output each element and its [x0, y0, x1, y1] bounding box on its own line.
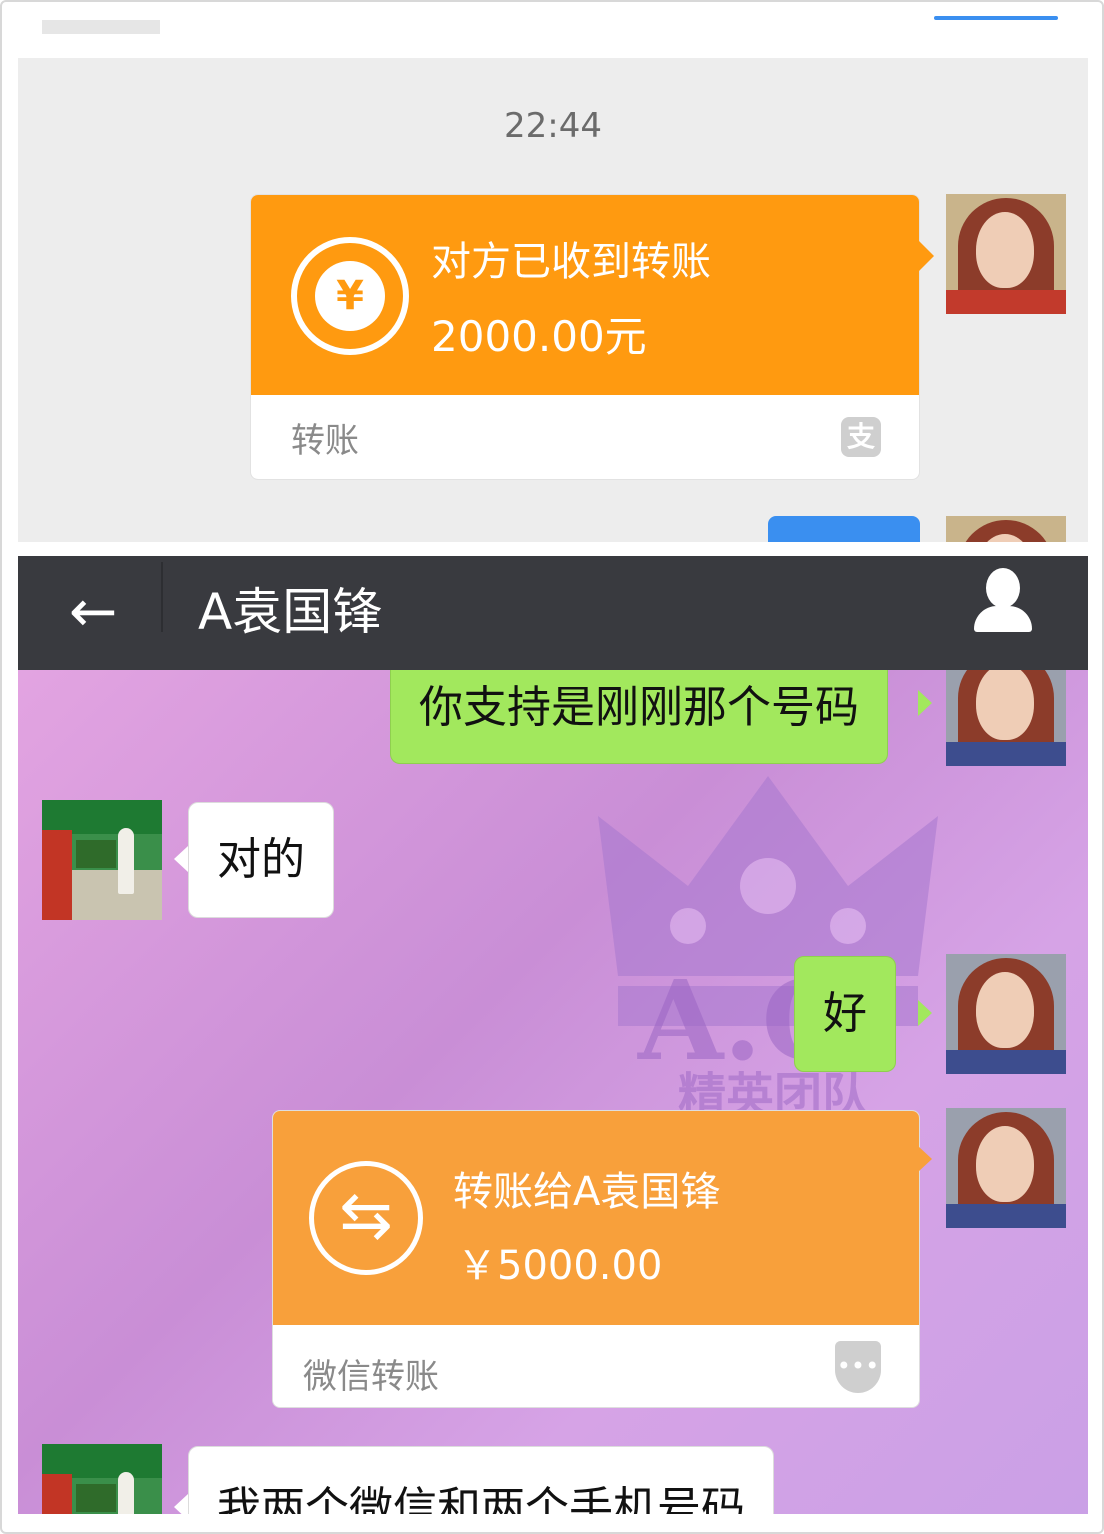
- transfer-amount: ￥5000.00: [457, 1243, 663, 1289]
- header-divider: [161, 562, 163, 632]
- yuan-coin-icon: ¥: [291, 237, 409, 355]
- contact-avatar[interactable]: [42, 800, 162, 920]
- transfer-card-header: ¥ 对方已收到转账 2000.00元: [251, 195, 919, 395]
- self-avatar[interactable]: [946, 194, 1066, 314]
- screenshot-frame: 22:44 ¥ 对方已收到转账 2000.00元 转账 支 A.C 精英团队 ←…: [0, 0, 1104, 1534]
- message-bubble-other[interactable]: 对的: [188, 802, 334, 918]
- transfer-arrows-icon: ⇆: [309, 1161, 423, 1275]
- yuan-symbol: ¥: [315, 261, 385, 331]
- self-avatar[interactable]: [946, 1108, 1066, 1228]
- wechat-pay-shield-icon: •••: [835, 1341, 881, 1393]
- received-transfer-card[interactable]: ¥ 对方已收到转账 2000.00元 转账 支: [250, 194, 920, 480]
- alipay-chat-panel: 22:44 ¥ 对方已收到转账 2000.00元 转账 支: [18, 2, 1088, 542]
- transfer-card-header: ⇆ 转账给A袁国锋 ￥5000.00: [273, 1111, 919, 1325]
- bubble-tail: [174, 846, 188, 872]
- top-accent-bar: [934, 16, 1058, 20]
- back-arrow-icon[interactable]: ←: [58, 576, 128, 646]
- message-bubble-other[interactable]: 我两个微信和两个手机号码: [188, 1446, 774, 1514]
- top-strip: [18, 2, 1088, 58]
- bubble-tail: [918, 240, 934, 272]
- chat-timestamp: 22:44: [504, 106, 602, 146]
- contact-profile-icon[interactable]: [968, 568, 1038, 638]
- contact-avatar[interactable]: [42, 1444, 162, 1514]
- transfer-status: 对方已收到转账: [431, 239, 711, 285]
- bubble-tail: [918, 1000, 932, 1026]
- self-avatar-partial[interactable]: [946, 516, 1066, 542]
- message-bubble-self[interactable]: 你支持是刚刚那个号码: [390, 660, 888, 764]
- transfer-title: 转账给A袁国锋: [453, 1169, 721, 1215]
- chat-header: ← A袁国锋: [18, 556, 1088, 670]
- transfer-footer-label: 转账: [291, 421, 359, 461]
- self-avatar[interactable]: [946, 954, 1066, 1074]
- bubble-tail: [918, 690, 932, 716]
- top-placeholder-bar: [42, 20, 160, 34]
- wechat-transfer-card[interactable]: ⇆ 转账给A袁国锋 ￥5000.00 微信转账 •••: [272, 1110, 920, 1408]
- partial-blue-bubble: [768, 516, 920, 542]
- chat-title: A袁国锋: [198, 583, 383, 641]
- transfer-amount: 2000.00元: [431, 312, 647, 361]
- wechat-chat-panel: A.C 精英团队 ← A袁国锋 你支持是刚刚那个号码 对的 好 ⇆ 转账给A袁国…: [18, 556, 1088, 1514]
- transfer-footer-label: 微信转账: [303, 1357, 439, 1397]
- bubble-tail: [918, 1146, 932, 1172]
- bubble-tail: [174, 1494, 188, 1514]
- message-bubble-self[interactable]: 好: [794, 956, 896, 1072]
- alipay-icon: 支: [841, 417, 881, 457]
